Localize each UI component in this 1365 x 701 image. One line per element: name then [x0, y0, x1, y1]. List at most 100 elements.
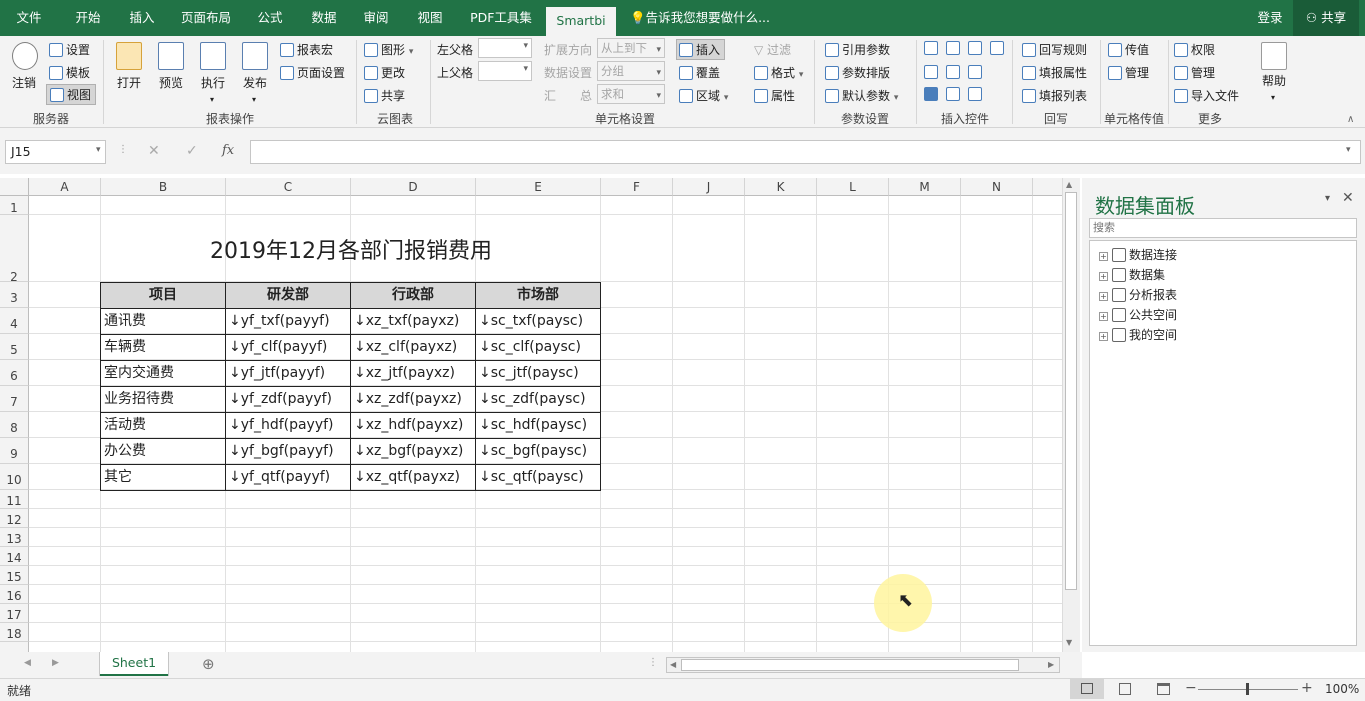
param-layout-button[interactable]: 参数排版 [825, 64, 890, 81]
format-button[interactable]: 格式 ▾ [754, 64, 803, 81]
column-header[interactable]: D [351, 178, 476, 196]
horizontal-scrollbar[interactable]: ◀ ▶ [666, 657, 1060, 673]
function-icon[interactable]: fx [222, 143, 234, 158]
table-cell[interactable]: ↓yf_qtf(payyf) [226, 465, 351, 491]
page-setup-button[interactable]: 页面设置 [280, 64, 345, 81]
row-header[interactable]: 8 [0, 412, 29, 438]
scroll-up-icon[interactable]: ▲ [1066, 180, 1072, 189]
data-setting-select[interactable]: 分组 [597, 61, 665, 82]
column-header[interactable]: F [601, 178, 673, 196]
table-cell[interactable]: 办公费 [101, 439, 226, 465]
chevron-down-icon[interactable]: ▾ [96, 145, 101, 155]
image-control-icon[interactable] [946, 65, 960, 79]
row-header[interactable]: 17 [0, 604, 29, 623]
row-header[interactable]: 3 [0, 282, 29, 308]
expand-icon[interactable]: + [1099, 272, 1108, 281]
scroll-right-icon[interactable]: ▶ [1048, 660, 1054, 669]
column-header[interactable]: J [673, 178, 745, 196]
cover-mode-button[interactable]: 覆盖 [679, 64, 720, 81]
column-header[interactable]: N [961, 178, 1033, 196]
button-control-icon[interactable] [968, 65, 982, 79]
import-file-button[interactable]: 导入文件 [1174, 87, 1239, 104]
vertical-scrollbar[interactable]: ▲ ▼ [1062, 178, 1080, 652]
scroll-left-icon[interactable]: ◀ [670, 660, 676, 669]
table-cell[interactable]: ↓xz_hdf(payxz) [351, 413, 476, 439]
tab-view[interactable]: 视图 [408, 0, 452, 36]
tree-item-analysis-report[interactable]: + 分析报表 [1099, 286, 1177, 303]
row-header[interactable]: 5 [0, 334, 29, 360]
table-cell[interactable]: 业务招待费 [101, 387, 226, 413]
tab-smartbi[interactable]: Smartbi [546, 7, 616, 36]
table-cell[interactable]: 其它 [101, 465, 226, 491]
checkbox-control-icon[interactable] [924, 87, 938, 101]
help-button[interactable]: 帮助 ▾ [1262, 72, 1286, 103]
expand-icon[interactable]: + [1099, 292, 1108, 301]
expand-direction-select[interactable]: 从上到下 [597, 38, 665, 59]
logout-button[interactable]: 注销 [12, 74, 36, 91]
collapse-ribbon-icon[interactable]: ∧ [1347, 114, 1354, 125]
tab-home[interactable]: 开始 [66, 0, 110, 36]
expand-icon[interactable]: + [1099, 312, 1108, 321]
row-header[interactable]: 2 [0, 215, 29, 284]
textbox-control-icon[interactable] [924, 41, 938, 55]
row-header[interactable]: 1 [0, 196, 29, 215]
report-macro-button[interactable]: 报表宏 [280, 41, 333, 58]
table-cell[interactable]: ↓sc_zdf(paysc) [476, 387, 601, 413]
table-cell[interactable]: 活动费 [101, 413, 226, 439]
table-header[interactable]: 项目 [101, 283, 226, 309]
cancel-icon[interactable]: ✕ [148, 143, 160, 159]
select-all-corner[interactable] [0, 178, 29, 196]
tab-insert[interactable]: 插入 [120, 0, 164, 36]
zoom-in-icon[interactable]: + [1301, 680, 1313, 696]
table-cell[interactable]: ↓yf_jtf(payyf) [226, 361, 351, 387]
default-param-button[interactable]: 默认参数 ▾ [825, 87, 898, 104]
row-header[interactable]: 13 [0, 528, 29, 547]
table-cell[interactable]: ↓xz_txf(payxz) [351, 309, 476, 335]
modify-chart-button[interactable]: 更改 [364, 64, 405, 81]
row-header[interactable]: 18 [0, 623, 29, 642]
graphic-button[interactable]: 图形 ▾ [364, 41, 413, 58]
table-cell[interactable]: ↓xz_clf(payxz) [351, 335, 476, 361]
column-header[interactable]: E [476, 178, 601, 196]
column-header[interactable]: B [101, 178, 226, 196]
split-handle-icon[interactable]: ⋮ [648, 657, 658, 668]
share-chart-button[interactable]: 共享 [364, 87, 405, 104]
scroll-down-icon[interactable]: ▼ [1066, 638, 1072, 647]
ref-param-button[interactable]: 引用参数 [825, 41, 890, 58]
table-header[interactable]: 行政部 [351, 283, 476, 309]
preview-button[interactable]: 预览 [159, 74, 183, 91]
page-break-view-icon[interactable] [1157, 683, 1170, 695]
permission-button[interactable]: 权限 [1174, 41, 1215, 58]
dropdown-control-icon[interactable] [946, 41, 960, 55]
filter-button[interactable]: ▽ 过滤 [754, 41, 791, 58]
tab-data[interactable]: 数据 [302, 0, 346, 36]
pass-value-button[interactable]: 传值 [1108, 41, 1149, 58]
row-header[interactable]: 11 [0, 490, 29, 509]
calendar-control-icon[interactable] [924, 65, 938, 79]
table-cell[interactable]: ↓xz_bgf(payxz) [351, 439, 476, 465]
table-cell[interactable]: ↓yf_hdf(payyf) [226, 413, 351, 439]
row-header[interactable]: 15 [0, 566, 29, 585]
share-button[interactable]: ⚇ 共享 [1293, 0, 1359, 36]
tab-page-layout[interactable]: 页面布局 [172, 0, 240, 36]
column-header[interactable]: L [817, 178, 889, 196]
column-header[interactable]: M [889, 178, 961, 196]
scrollbar-thumb[interactable] [1065, 192, 1077, 590]
table-cell[interactable]: ↓yf_bgf(payyf) [226, 439, 351, 465]
formula-input[interactable] [250, 140, 1361, 164]
tab-pdf-tools[interactable]: PDF工具集 [462, 0, 540, 36]
panel-search-input[interactable] [1090, 219, 1356, 237]
open-button[interactable]: 打开 [117, 74, 141, 91]
left-parent-select[interactable] [478, 38, 532, 58]
property-button[interactable]: 属性 [754, 87, 795, 104]
label-control-icon[interactable] [968, 87, 982, 101]
more-manage-button[interactable]: 管理 [1174, 64, 1215, 81]
chevron-down-icon[interactable]: ▾ [1346, 145, 1351, 155]
insert-mode-button[interactable]: 插入 [676, 39, 726, 60]
row-header[interactable]: 16 [0, 585, 29, 604]
table-header[interactable]: 研发部 [226, 283, 351, 309]
tree-item-data-connection[interactable]: + 数据连接 [1099, 246, 1177, 263]
settings-button[interactable]: 设置 [49, 41, 90, 58]
table-header[interactable]: 市场部 [476, 283, 601, 309]
tell-me-box[interactable]: 💡告诉我您想要做什么... [630, 0, 780, 36]
